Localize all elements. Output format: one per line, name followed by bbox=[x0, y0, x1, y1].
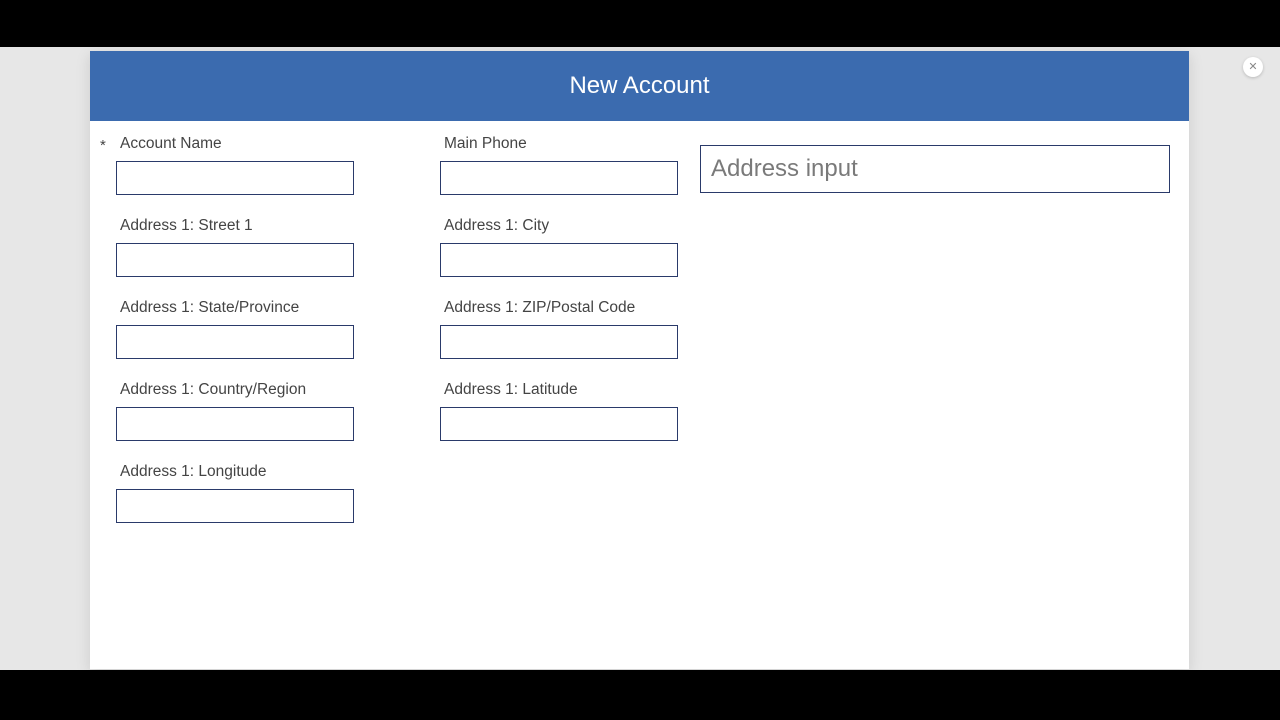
required-marker: * bbox=[100, 137, 106, 154]
field-label: Address 1: State/Province bbox=[120, 299, 376, 317]
field-label: Address 1: ZIP/Postal Code bbox=[444, 299, 700, 317]
account-name-input[interactable] bbox=[116, 161, 354, 195]
field-zip: Address 1: ZIP/Postal Code bbox=[424, 299, 700, 359]
field-label: Address 1: Street 1 bbox=[120, 217, 376, 235]
close-icon: ✕ bbox=[1248, 61, 1257, 73]
close-button[interactable]: ✕ bbox=[1243, 57, 1263, 77]
city-input[interactable] bbox=[440, 243, 678, 277]
form-fields-grid: * Account Name Main Phone Address 1: Str… bbox=[100, 135, 700, 523]
letterbox-bottom bbox=[0, 670, 1280, 720]
field-label: Address 1: Latitude bbox=[444, 381, 700, 399]
field-state: Address 1: State/Province bbox=[100, 299, 376, 359]
field-label: Main Phone bbox=[444, 135, 700, 153]
form-body: * Account Name Main Phone Address 1: Str… bbox=[90, 121, 1189, 533]
latitude-input[interactable] bbox=[440, 407, 678, 441]
street1-input[interactable] bbox=[116, 243, 354, 277]
field-street1: Address 1: Street 1 bbox=[100, 217, 376, 277]
field-label: Address 1: Longitude bbox=[120, 463, 376, 481]
zip-input[interactable] bbox=[440, 325, 678, 359]
longitude-input[interactable] bbox=[116, 489, 354, 523]
state-input[interactable] bbox=[116, 325, 354, 359]
field-label: Address 1: City bbox=[444, 217, 700, 235]
field-main-phone: Main Phone bbox=[424, 135, 700, 195]
address-lookup-column bbox=[700, 135, 1179, 523]
field-label: Address 1: Country/Region bbox=[120, 381, 376, 399]
field-latitude: Address 1: Latitude bbox=[424, 381, 700, 441]
dialog-title: New Account bbox=[569, 72, 709, 100]
country-input[interactable] bbox=[116, 407, 354, 441]
letterbox-top bbox=[0, 0, 1280, 47]
field-country: Address 1: Country/Region bbox=[100, 381, 376, 441]
field-longitude: Address 1: Longitude bbox=[100, 463, 376, 523]
main-phone-input[interactable] bbox=[440, 161, 678, 195]
field-label: Account Name bbox=[120, 135, 376, 153]
field-city: Address 1: City bbox=[424, 217, 700, 277]
address-lookup-input[interactable] bbox=[700, 145, 1170, 193]
dialog-header: New Account bbox=[90, 51, 1189, 121]
new-account-dialog: New Account * Account Name Main Phone Ad… bbox=[90, 51, 1189, 669]
field-account-name: * Account Name bbox=[100, 135, 376, 195]
